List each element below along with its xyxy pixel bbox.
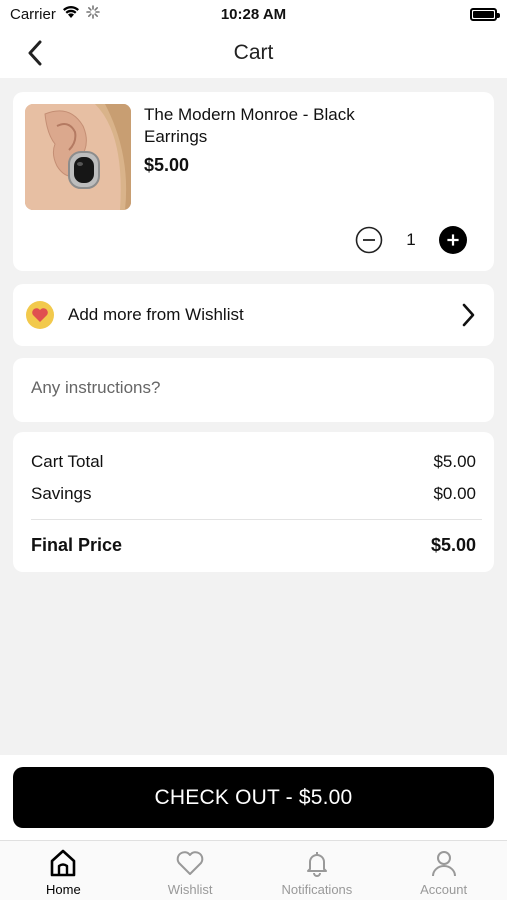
bell-icon xyxy=(306,852,327,877)
tab-notifications-label: Notifications xyxy=(281,882,353,897)
savings-value: $0.00 xyxy=(433,484,476,503)
final-price-row: Final Price $5.00 xyxy=(31,535,476,556)
nav-bar: Cart xyxy=(0,28,507,78)
status-left: Carrier xyxy=(10,5,100,23)
product-price: $5.00 xyxy=(144,155,190,175)
cart-total-label: Cart Total xyxy=(31,452,104,471)
increase-quantity-button[interactable] xyxy=(439,226,467,254)
totals-divider xyxy=(31,519,482,520)
earring-product-image[interactable] xyxy=(25,104,131,210)
cart-total-row: Cart Total $5.00 xyxy=(31,452,476,472)
tab-bar: Home Wishlist Notifications Account xyxy=(0,840,507,900)
user-icon xyxy=(431,851,456,877)
cart-total-value: $5.00 xyxy=(433,452,476,471)
quantity-value: 1 xyxy=(406,230,416,249)
status-bar: Carrier 10:28 AM xyxy=(0,0,507,28)
instructions-card xyxy=(13,358,494,422)
instructions-input[interactable] xyxy=(31,378,471,398)
home-icon xyxy=(51,849,76,877)
cart-item-card: The Modern Monroe - Black Earrings $5.00… xyxy=(13,92,494,271)
decrease-quantity-button[interactable] xyxy=(355,226,383,254)
quantity-stepper: 1 xyxy=(355,226,467,254)
wifi-icon xyxy=(62,5,80,23)
savings-row: Savings $0.00 xyxy=(31,484,476,504)
totals-card: Cart Total $5.00 Savings $0.00 Final Pri… xyxy=(13,432,494,572)
back-button[interactable] xyxy=(20,38,50,68)
plus-circle-icon xyxy=(439,226,467,254)
tab-account[interactable]: Account xyxy=(380,841,507,900)
product-name[interactable]: The Modern Monroe - Black Earrings xyxy=(144,104,404,148)
heart-icon xyxy=(176,851,204,875)
minus-circle-icon xyxy=(355,226,383,254)
wishlist-label: Add more from Wishlist xyxy=(68,305,244,324)
heart-icon xyxy=(32,308,48,322)
savings-label: Savings xyxy=(31,484,92,503)
tab-notifications[interactable]: Notifications xyxy=(254,841,381,900)
page-title: Cart xyxy=(233,41,274,64)
battery-icon xyxy=(470,7,500,21)
final-price-label: Final Price xyxy=(31,535,123,555)
tab-home-label: Home xyxy=(46,882,81,897)
final-price-value: $5.00 xyxy=(430,535,476,555)
checkout-button[interactable]: CHECK OUT - $5.00 xyxy=(13,767,494,828)
tab-wishlist-label: Wishlist xyxy=(167,882,213,897)
loading-spinner-icon xyxy=(86,5,100,23)
tab-home[interactable]: Home xyxy=(0,841,127,900)
chevron-right-icon xyxy=(456,302,480,328)
tab-wishlist[interactable]: Wishlist xyxy=(127,841,254,900)
chevron-left-icon xyxy=(28,40,42,66)
tab-account-label: Account xyxy=(420,882,468,897)
wishlist-badge xyxy=(26,301,54,329)
add-from-wishlist-row[interactable]: Add more from Wishlist xyxy=(13,284,494,346)
carrier-label: Carrier xyxy=(10,5,56,23)
